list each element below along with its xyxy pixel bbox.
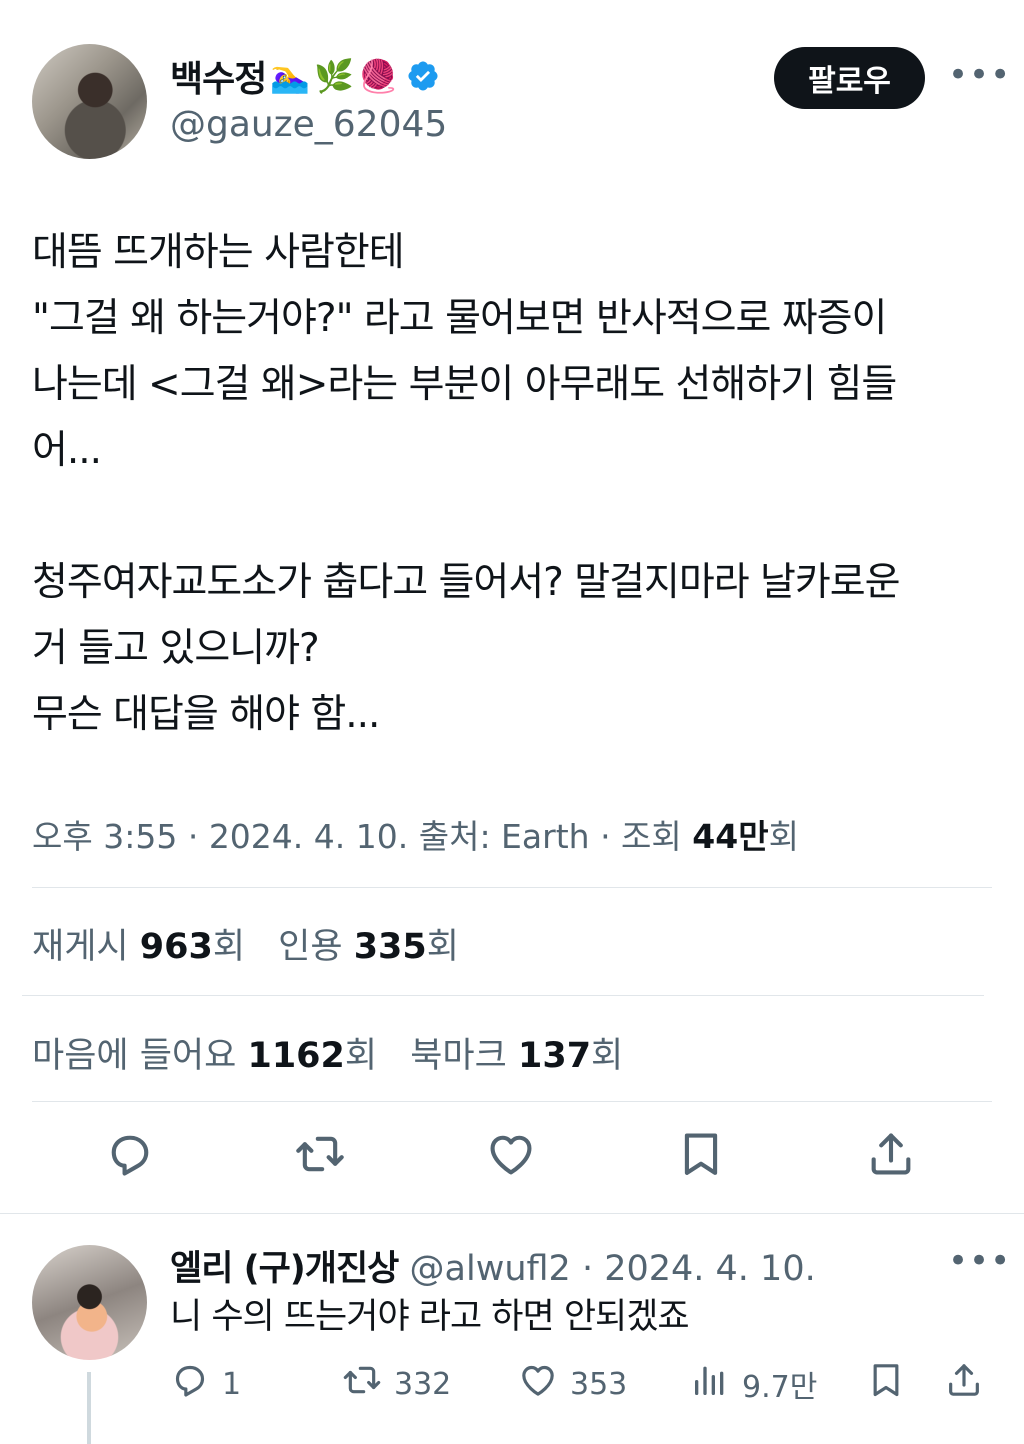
more-icon[interactable]: ••• (948, 58, 1011, 92)
reply-share-button[interactable] (944, 1360, 984, 1408)
like-count: 353 (570, 1366, 628, 1402)
reply-reply-button[interactable]: 1 (170, 1360, 241, 1408)
reply-text: 니 수의 뜨는거야 라고 하면 안되겠죠 (170, 1297, 690, 1337)
likes-count[interactable]: 1162 (247, 1036, 344, 1076)
author-display-name[interactable]: 백수정 (170, 50, 267, 102)
tweet-action-bar (0, 1128, 1024, 1192)
share-icon[interactable] (865, 1128, 917, 1180)
more-icon[interactable]: ••• (948, 1244, 1011, 1278)
bookmarks-label[interactable]: 북마크 (410, 1036, 507, 1076)
like-icon (518, 1360, 558, 1408)
reply-display-name[interactable]: 엘리 (구)개진상 (170, 1249, 399, 1289)
author-avatar[interactable] (32, 44, 147, 159)
reply-bookmark-button[interactable] (866, 1360, 906, 1408)
retweets-label[interactable]: 재게시 (32, 927, 129, 967)
retweet-icon (342, 1360, 382, 1408)
views-count: 44만 (692, 817, 769, 856)
tweet-line: 나는데 <그걸 왜>라는 부분이 아무래도 선해하기 힘들 (32, 362, 897, 407)
reply-count: 1 (222, 1366, 242, 1402)
reply-action-bar: 1 332 353 9.7만 (0, 1360, 1024, 1408)
author-name-row[interactable]: 백수정 🏊‍♀️ 🌿 🧶 (170, 52, 440, 100)
tweet-time[interactable]: 오후 3:55 (32, 817, 177, 856)
divider (32, 1101, 992, 1102)
tweet-date[interactable]: 2024. 4. 10. (209, 817, 408, 856)
retweet-icon[interactable] (294, 1128, 346, 1180)
quotes-count[interactable]: 335 (354, 927, 427, 967)
stats-row-retweets: 재게시 963회 인용 335회 (32, 918, 459, 969)
count-suffix: 회 (591, 1036, 624, 1076)
tweet-text: 대뜸 뜨개하는 사람한테 "그걸 왜 하는거야?" 라고 물어보면 반사적으로 … (32, 220, 992, 748)
bookmark-icon (866, 1360, 906, 1408)
swimmer-emoji: 🏊‍♀️ (270, 57, 311, 95)
meta-separator: · (187, 817, 209, 856)
author-handle[interactable]: @gauze_62045 (170, 104, 447, 145)
views-label: 조회 (621, 817, 682, 856)
verified-badge-icon (406, 59, 440, 93)
meta-separator: · (600, 817, 622, 856)
reply-avatar[interactable] (32, 1245, 147, 1360)
tweet-line: 무슨 대답을 해야 함... (32, 692, 380, 737)
reply-retweet-button[interactable]: 332 (342, 1360, 451, 1408)
follow-button[interactable]: 팔로우 (774, 47, 925, 109)
share-icon (944, 1360, 984, 1408)
count-suffix: 회 (344, 1036, 378, 1076)
quotes-label[interactable]: 인용 (278, 927, 342, 967)
reply-like-button[interactable]: 353 (518, 1360, 627, 1408)
divider (0, 1213, 1024, 1214)
tweet-line: 어... (32, 428, 102, 473)
count-suffix: 회 (212, 927, 246, 967)
reply-header: 엘리 (구)개진상 @alwufl2 · 2024. 4. 10. (170, 1240, 816, 1291)
views-icon (690, 1360, 730, 1408)
views-count: 9.7만 (742, 1370, 818, 1405)
reply-icon[interactable] (104, 1128, 156, 1180)
like-icon[interactable] (485, 1128, 537, 1180)
retweet-count: 332 (394, 1366, 452, 1402)
tweet-line: 청주여자교도소가 춥다고 들어서? 말걸지마라 날카로운 (32, 560, 901, 605)
tweet-line: 대뜸 뜨개하는 사람한테 (32, 230, 405, 275)
stats-row-likes: 마음에 들어요 1162회 북마크 137회 (32, 1027, 623, 1078)
tweet-line: 거 들고 있으니까? (32, 626, 320, 671)
reply-icon (170, 1360, 210, 1408)
likes-label[interactable]: 마음에 들어요 (32, 1036, 236, 1076)
reply-handle[interactable]: @alwufl2 (410, 1249, 571, 1289)
retweets-count[interactable]: 963 (140, 927, 213, 967)
tweet-meta: 오후 3:55 · 2024. 4. 10. 출처: Earth · 조회 44… (32, 810, 799, 858)
divider (22, 995, 984, 996)
yarn-emoji: 🧶 (358, 57, 398, 95)
tweet-source: 출처: Earth (418, 817, 590, 856)
reply-views-button[interactable]: 9.7만 (690, 1360, 817, 1408)
views-suffix: 회 (768, 817, 799, 856)
tweet-line: "그걸 왜 하는거야?" 라고 물어보면 반사적으로 짜증이 (32, 296, 887, 341)
reply-date[interactable]: · 2024. 4. 10. (582, 1249, 816, 1289)
count-suffix: 회 (426, 927, 459, 967)
divider (32, 887, 992, 888)
bookmark-icon[interactable] (675, 1128, 727, 1180)
bookmarks-count[interactable]: 137 (518, 1036, 591, 1076)
herb-emoji: 🌿 (314, 57, 355, 95)
